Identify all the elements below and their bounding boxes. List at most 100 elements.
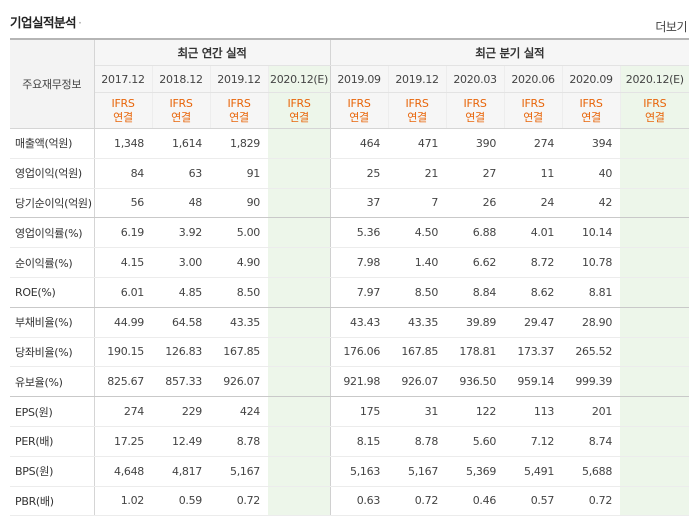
table-cell: 7.97 [329,277,389,308]
table-cell: 936.50 [446,366,505,398]
row-label: 영업이익(억원) [10,158,95,189]
table-cell: 6.88 [446,217,505,249]
company-performance-panel: 기업실적분석 · 더보기 주요재무정보 최근 연간 실적 최근 분기 실적 201… [0,0,695,516]
more-link[interactable]: 더보기 [655,18,687,35]
table-cell: 113 [504,396,563,427]
period-header: 2020.12(E) [619,65,690,93]
row-label: BPS(원) [10,456,95,487]
table-cell [620,158,690,189]
ifrs-top-text: IFRS [643,96,667,110]
table-cell: 25 [329,158,389,189]
table-cell: 5.60 [446,426,505,457]
table-cell: 0.63 [329,486,389,516]
table-cell: 64.58 [152,307,210,338]
ifrs-header-row: IFRS 연결 IFRS 연결 IFRS 연결 IFRS 연결 IFRS 연결 IFRS 연결 IFRS… [10,92,690,129]
table-cell [620,307,690,338]
ifrs-bottom-text: 연결 [407,110,427,124]
table-cell: 424 [210,396,268,427]
row-label: EPS(원) [10,396,95,427]
table-cell: 4,648 [94,456,152,487]
period-header: 2017.12 [93,65,152,93]
table-cell: 5,688 [562,456,621,487]
table-cell: 1,829 [210,128,268,159]
ifrs-bottom-text: 연결 [465,110,485,124]
row-label: 부채비율(%) [10,307,95,338]
table-cell [268,307,331,338]
table-cell [268,486,331,516]
ifrs-label: IFRS 연결 [445,92,505,129]
table-cell: 4.15 [94,247,152,278]
table-cell [268,128,331,159]
section-title-text: 기업실적분석 [10,15,77,30]
table-cell [620,486,690,516]
table-cell: 8.72 [504,247,563,278]
ifrs-label: IFRS 연결 [93,92,152,129]
section-title: 기업실적분석 · [10,12,82,31]
table-cell: 1,614 [152,128,210,159]
table-cell [268,456,331,487]
table-cell: 5.00 [210,217,268,249]
ifrs-label: IFRS 연결 [267,92,331,129]
table-cell [620,217,690,249]
table-cell [268,247,331,278]
ifrs-bottom-text: 연결 [289,110,309,124]
table-cell: 4.01 [504,217,563,249]
ifrs-top-text: IFRS [227,96,251,110]
table-cell [268,366,331,398]
period-header: 2020.12(E) [267,65,331,93]
table-cell: 274 [504,128,563,159]
ifrs-top-text: IFRS [579,96,603,110]
ifrs-top-text: IFRS [463,96,487,110]
table-cell: 29.47 [504,307,563,338]
row-header-label: 주요재무정보 [10,38,95,129]
row-label: 당좌비율(%) [10,337,95,368]
ifrs-label: IFRS 연결 [503,92,563,129]
table-cell: 27 [446,158,505,189]
ifrs-label: IFRS 연결 [619,92,690,129]
table-cell: 5,167 [388,456,447,487]
table-cell [268,217,331,249]
ifrs-bottom-text: 연결 [229,110,249,124]
table-cell: 8.15 [329,426,389,457]
table-cell: 394 [562,128,621,159]
table-cell: 390 [446,128,505,159]
table-cell: 178.81 [446,337,505,368]
period-header: 2019.09 [329,65,389,93]
table-cell: 40 [562,158,621,189]
period-header: 2018.12 [151,65,210,93]
table-cell: 5,167 [210,456,268,487]
ifrs-top-text: IFRS [169,96,193,110]
period-header: 2020.03 [445,65,505,93]
table-cell [620,366,690,398]
table-cell: 6.62 [446,247,505,278]
table-cell: 0.72 [210,486,268,516]
ifrs-bottom-text: 연결 [644,110,665,124]
table-cell: 63 [152,158,210,189]
row-label: ROE(%) [10,277,95,308]
table-cell: 265.52 [562,337,621,368]
table-cell: 175 [329,396,389,427]
ifrs-top-text: IFRS [111,96,135,110]
table-cell: 167.85 [210,337,268,368]
table-cell: 8.84 [446,277,505,308]
table-cell: 8.62 [504,277,563,308]
table-row: 매출액(억원) 1,348 1,614 1,829 464 471 390 274 394 [10,128,690,159]
table-cell: 31 [388,396,447,427]
table-cell: 28.90 [562,307,621,338]
table-cell [620,396,690,427]
quarterly-group-header: 최근 분기 실적 [330,38,690,66]
table-cell [268,188,331,219]
table-cell [620,456,690,487]
table-cell: 39.89 [446,307,505,338]
row-label: PBR(배) [10,486,95,516]
ifrs-top-text: IFRS [347,96,371,110]
table-cell [268,337,331,368]
table-cell [620,128,690,159]
ifrs-label: IFRS 연결 [209,92,268,129]
table-cell: 37 [329,188,389,219]
table-cell: 0.57 [504,486,563,516]
annual-group-header: 최근 연간 실적 [94,38,331,66]
table-cell: 5,163 [329,456,389,487]
table-cell: 1.02 [94,486,152,516]
table-cell: 959.14 [504,366,563,398]
